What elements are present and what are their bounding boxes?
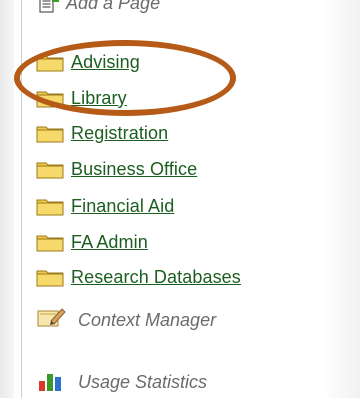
usage-statistics-link[interactable]: Usage Statistics [36, 368, 207, 396]
folder-icon [36, 52, 64, 72]
context-manager-label: Context Manager [78, 309, 217, 330]
folder-item-business-office[interactable]: Business Office [36, 157, 197, 181]
folder-label-library[interactable]: Library [71, 88, 127, 109]
folder-item-financial-aid[interactable]: Financial Aid [36, 194, 174, 218]
right-shade [322, 0, 360, 398]
folder-icon [36, 123, 64, 143]
left-frame-edge [0, 0, 14, 398]
folder-label-financial-aid[interactable]: Financial Aid [71, 196, 174, 217]
panel-divider [21, 0, 22, 398]
folder-icon [36, 267, 64, 287]
folder-icon [36, 88, 64, 108]
usage-statistics-label: Usage Statistics [78, 371, 208, 392]
folder-icon [36, 159, 64, 179]
folder-label-advising[interactable]: Advising [71, 52, 140, 73]
folder-label-research-databases[interactable]: Research Databases [71, 267, 241, 288]
add-page-link[interactable]: Add a Page [38, 0, 160, 15]
folder-item-library[interactable]: Library [36, 86, 127, 110]
folder-item-advising[interactable]: Advising [36, 50, 140, 74]
folder-label-fa-admin[interactable]: FA Admin [71, 232, 148, 253]
folder-icon [36, 232, 64, 252]
folder-icon [36, 196, 64, 216]
add-page-label: Add a Page [66, 0, 161, 13]
folder-item-research-databases[interactable]: Research Databases [36, 265, 241, 289]
folder-label-registration[interactable]: Registration [71, 123, 168, 144]
folder-label-business-office[interactable]: Business Office [71, 159, 197, 180]
add-page-icon [38, 0, 59, 13]
bar-chart-icon [36, 368, 66, 397]
folder-item-fa-admin[interactable]: FA Admin [36, 230, 148, 254]
folder-item-registration[interactable]: Registration [36, 121, 168, 145]
context-manager-icon [36, 306, 66, 335]
context-manager-link[interactable]: Context Manager [36, 306, 216, 334]
